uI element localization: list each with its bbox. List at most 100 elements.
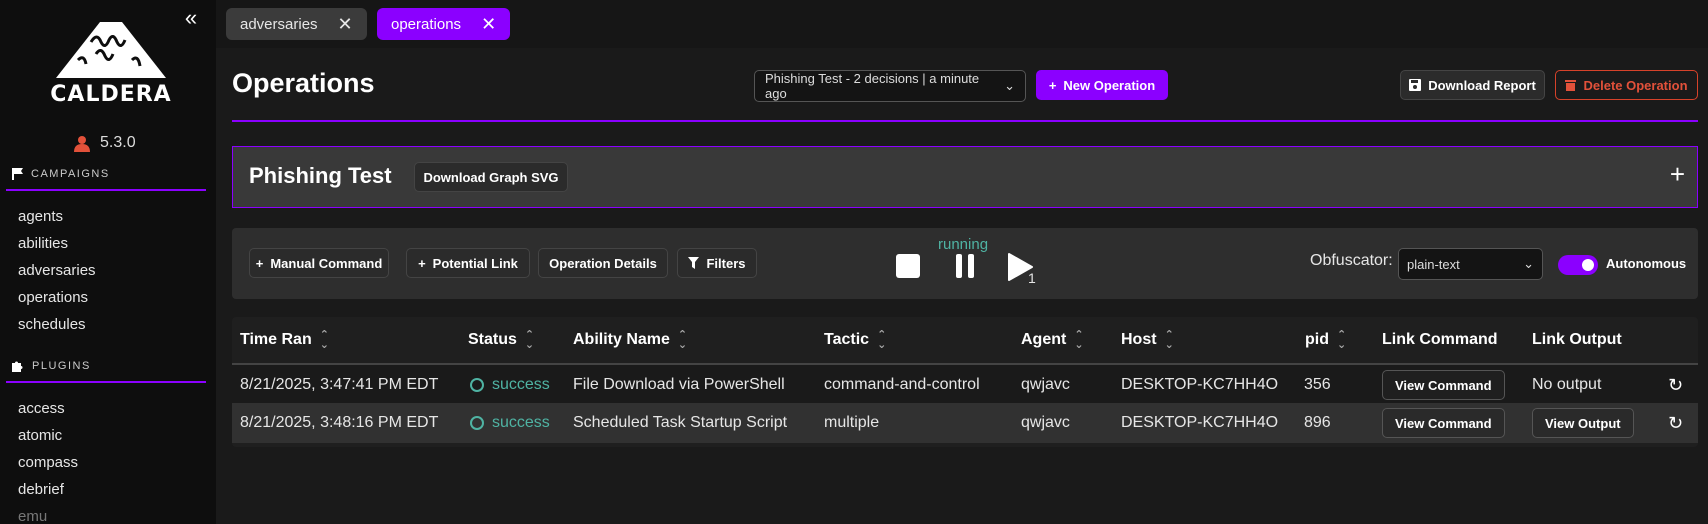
column-header-agent[interactable]: Agent ⌃ ⌄ xyxy=(1021,317,1084,363)
column-header-link-command: Link Command xyxy=(1382,331,1498,348)
table-row: 8/21/2025, 3:47:41 PM EDT success File D… xyxy=(232,363,1698,403)
agent-cell: qwjavc xyxy=(1021,414,1070,431)
sidebar-item-operations[interactable]: operations xyxy=(18,289,88,306)
puzzle-icon xyxy=(12,361,23,372)
sidebar: « CALDERA 5.3.0 CAMPAIGNS agents abiliti… xyxy=(0,0,216,524)
tab-adversaries[interactable]: adversaries ✕ xyxy=(226,8,367,40)
potential-link-button[interactable]: + Potential Link xyxy=(406,248,530,278)
trash-icon xyxy=(1565,80,1577,91)
pid-cell: 896 xyxy=(1304,414,1331,431)
new-operation-button[interactable]: + New Operation xyxy=(1036,70,1168,100)
header-divider xyxy=(232,120,1698,122)
agent-cell: qwjavc xyxy=(1021,376,1070,393)
plus-icon: + xyxy=(255,255,264,271)
sidebar-item-schedules[interactable]: schedules xyxy=(18,316,86,333)
status-cell: success xyxy=(470,365,550,405)
page-title: Operations xyxy=(232,68,375,98)
sort-icon: ⌃ ⌄ xyxy=(1337,329,1347,351)
column-header-pid[interactable]: pid ⌃ ⌄ xyxy=(1305,317,1346,363)
close-icon[interactable]: ✕ xyxy=(481,15,496,33)
column-header-host[interactable]: Host ⌃ ⌄ xyxy=(1121,317,1174,363)
operation-graph-panel: Phishing Test Download Graph SVG + xyxy=(232,146,1698,208)
tabs-bar: adversaries ✕ operations ✕ xyxy=(216,0,1708,48)
download-graph-svg-button[interactable]: Download Graph SVG xyxy=(414,162,568,192)
filters-button[interactable]: Filters xyxy=(677,248,757,278)
mountain-logo-icon xyxy=(56,22,166,78)
expand-plus-icon[interactable]: + xyxy=(1670,161,1685,187)
operation-details-button[interactable]: Operation Details xyxy=(538,248,668,278)
view-command-button[interactable]: View Command xyxy=(1382,408,1505,438)
view-command-button[interactable]: View Command xyxy=(1382,370,1505,400)
sort-icon: ⌃ ⌄ xyxy=(1074,329,1084,351)
flag-icon xyxy=(12,168,23,180)
sort-icon: ⌃ ⌄ xyxy=(524,329,535,351)
manual-command-button[interactable]: + Manual Command xyxy=(249,248,389,278)
sidebar-item-atomic[interactable]: atomic xyxy=(18,427,62,444)
sort-icon: ⌃ ⌄ xyxy=(677,329,688,351)
sort-icon: ⌃ ⌄ xyxy=(319,329,329,351)
chevron-down-icon: ⌄ xyxy=(1523,256,1534,271)
table-row: 8/21/2025, 3:48:16 PM EDT success Schedu… xyxy=(232,403,1698,443)
refresh-icon[interactable]: ↻ xyxy=(1668,365,1683,405)
sidebar-item-adversaries[interactable]: adversaries xyxy=(18,262,96,279)
plus-icon: + xyxy=(1048,77,1057,93)
link-output-cell: No output xyxy=(1532,376,1602,393)
filter-icon xyxy=(688,257,700,269)
plus-icon: + xyxy=(418,255,426,271)
plugins-divider xyxy=(6,381,206,383)
ability-name-cell: File Download via PowerShell xyxy=(573,376,785,393)
delete-operation-button[interactable]: Delete Operation xyxy=(1555,70,1698,100)
tab-operations[interactable]: operations ✕ xyxy=(377,8,511,40)
view-output-button[interactable]: View Output xyxy=(1532,408,1634,438)
campaigns-divider xyxy=(6,189,206,191)
sidebar-item-access[interactable]: access xyxy=(18,400,65,417)
version-row: 5.3.0 xyxy=(74,134,136,152)
column-header-time-ran[interactable]: Time Ran ⌃ ⌄ xyxy=(240,317,440,363)
status-ring-icon xyxy=(470,378,484,392)
time-ran-cell: 8/21/2025, 3:47:41 PM EDT xyxy=(240,376,439,393)
operation-controls: + Manual Command + Potential Link Operat… xyxy=(232,228,1698,299)
stop-icon[interactable] xyxy=(896,254,920,282)
ability-name-cell: Scheduled Task Startup Script xyxy=(573,414,788,431)
operation-select[interactable]: Phishing Test - 2 decisions | a minute a… xyxy=(754,70,1026,102)
plugins-heading: PLUGINS xyxy=(12,356,204,376)
column-header-status[interactable]: Status ⌃ ⌄ xyxy=(468,317,534,363)
links-table: Time Ran ⌃ ⌄ Status ⌃ ⌄ Ability Name ⌃ ⌄ Tacti… xyxy=(232,317,1698,447)
host-cell: DESKTOP-KC7HH4O xyxy=(1121,376,1279,393)
column-header-ability-name[interactable]: Ability Name ⌃ ⌄ xyxy=(573,317,687,363)
sidebar-item-debrief[interactable]: debrief xyxy=(18,481,64,498)
sort-icon: ⌃ ⌄ xyxy=(1164,329,1174,351)
logo-text: CALDERA xyxy=(50,82,172,107)
refresh-icon[interactable]: ↻ xyxy=(1668,403,1683,443)
sidebar-item-agents[interactable]: agents xyxy=(18,208,63,225)
download-report-button[interactable]: Download Report xyxy=(1400,70,1545,100)
campaigns-heading: CAMPAIGNS xyxy=(12,164,204,184)
tactic-cell: multiple xyxy=(824,414,880,431)
sidebar-item-abilities[interactable]: abilities xyxy=(18,235,68,252)
caldera-logo: CALDERA xyxy=(36,20,186,110)
status-cell: success xyxy=(470,403,550,443)
version-label: 5.3.0 xyxy=(100,134,136,151)
user-icon xyxy=(74,135,90,152)
pid-cell: 356 xyxy=(1304,376,1331,393)
chevron-down-icon: ⌄ xyxy=(1004,78,1015,93)
host-cell: DESKTOP-KC7HH4O xyxy=(1121,414,1279,431)
graph-title: Phishing Test xyxy=(249,163,392,188)
play-step-count: 1 xyxy=(1028,270,1036,286)
autonomous-toggle[interactable] xyxy=(1558,255,1598,275)
pause-icon[interactable] xyxy=(954,254,976,282)
obfuscator-label: Obfuscator: xyxy=(1310,252,1393,269)
sidebar-item-compass[interactable]: compass xyxy=(18,454,78,471)
column-header-link-output: Link Output xyxy=(1532,331,1622,348)
obfuscator-select[interactable]: plain-text ⌄ xyxy=(1398,248,1543,280)
column-header-tactic[interactable]: Tactic ⌃ ⌄ xyxy=(824,317,886,363)
save-icon xyxy=(1409,79,1422,91)
close-icon[interactable]: ✕ xyxy=(338,15,353,33)
sidebar-item-emu[interactable]: emu xyxy=(18,508,47,524)
autonomous-label: Autonomous xyxy=(1606,256,1687,271)
sort-icon: ⌃ ⌄ xyxy=(877,329,887,351)
tactic-cell: command-and-control xyxy=(824,376,980,393)
operation-state: running xyxy=(938,236,989,253)
status-ring-icon xyxy=(470,416,484,430)
time-ran-cell: 8/21/2025, 3:48:16 PM EDT xyxy=(240,414,439,431)
